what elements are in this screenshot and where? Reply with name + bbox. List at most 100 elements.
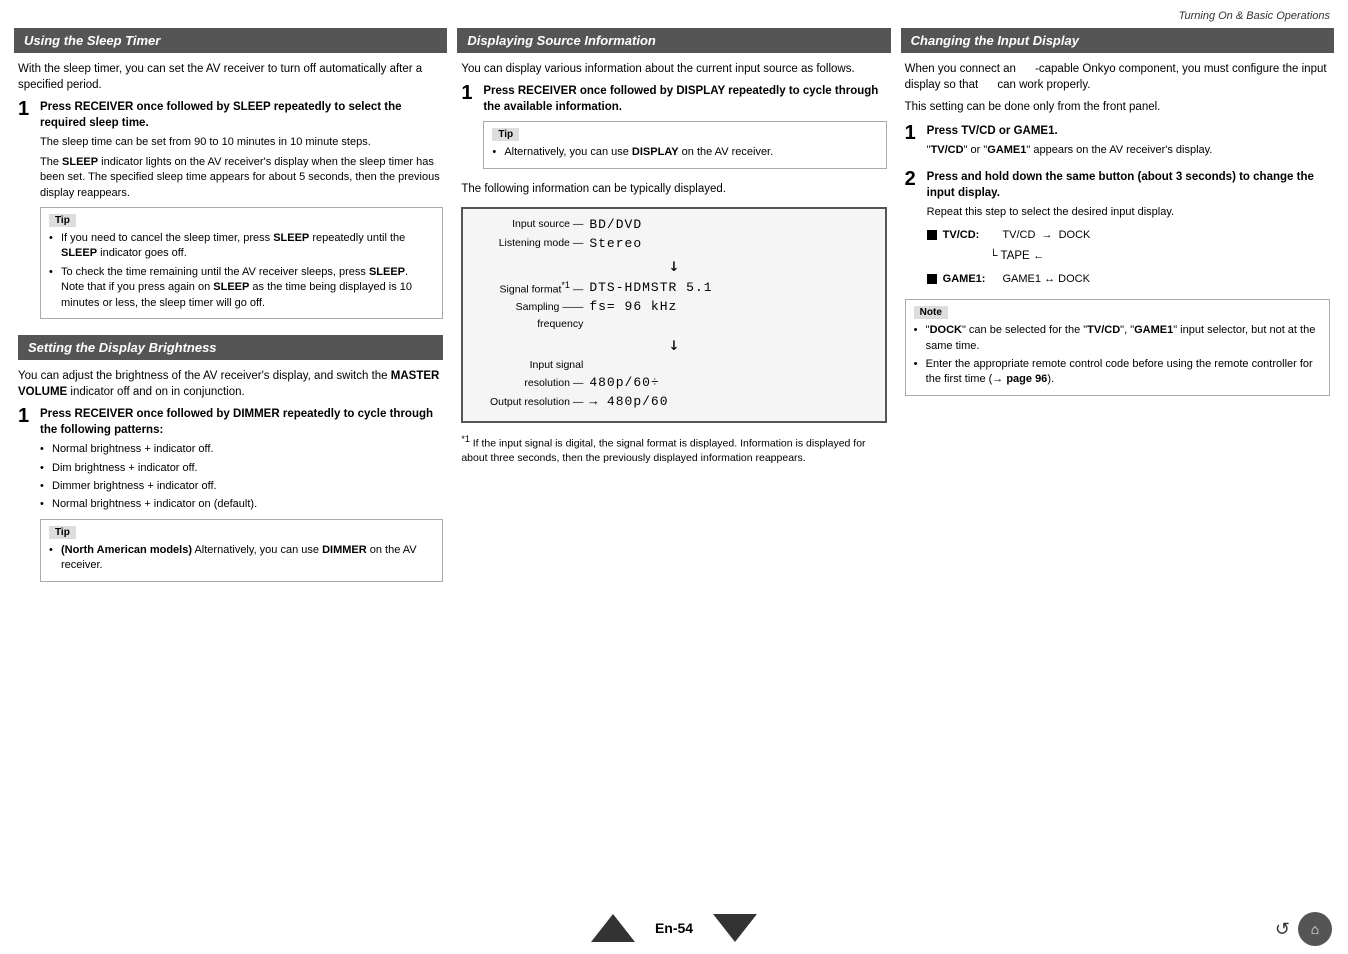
- input-label: Input source —: [473, 218, 583, 230]
- game1-flow: GAME1 ↔ DOCK: [1003, 273, 1090, 285]
- bottom-nav: En-54: [0, 914, 1348, 942]
- input-display-intro: When you connect an -capable Onkyo compo…: [905, 61, 1330, 93]
- input-display-body: When you connect an -capable Onkyo compo…: [901, 61, 1334, 396]
- following-text: The following information can be typical…: [461, 181, 886, 197]
- tvcd-section: TV/CD: TV/CD → DOCK └ TAPE ←: [927, 228, 1330, 263]
- step-body: The sleep time can be set from 90 to 10 …: [40, 135, 443, 201]
- tvcd-row: TV/CD: TV/CD → DOCK: [927, 228, 1330, 243]
- source-tip-box: Tip Alternatively, you can use DISPLAY o…: [483, 121, 886, 168]
- sleep-timer-header: Using the Sleep Timer: [14, 28, 447, 53]
- bullet-1: Normal brightness + indicator off.: [40, 442, 443, 457]
- square-bullet: [927, 230, 937, 240]
- input-display-header: Changing the Input Display: [901, 28, 1334, 53]
- prev-page-button[interactable]: [591, 914, 635, 942]
- sampling-value: fs= 96 kHz: [589, 299, 677, 314]
- signal-label: Signal format*1 —: [473, 280, 583, 296]
- col-sleep-timer: Using the Sleep Timer With the sleep tim…: [14, 28, 447, 594]
- brightness-bullets: Normal brightness + indicator off. Dim b…: [40, 442, 443, 513]
- input-value: BD/DVD: [589, 217, 642, 232]
- sleep-timer-intro: With the sleep timer, you can set the AV…: [18, 61, 443, 93]
- step-number: 1: [461, 83, 477, 175]
- tip-list: (North American models) Alternatively, y…: [49, 543, 434, 574]
- sleep-body-2: The SLEEP indicator lights on the AV rec…: [40, 155, 443, 201]
- tvcd-flow-line2: └ TAPE ←: [945, 248, 1330, 264]
- next-page-button[interactable]: [713, 914, 757, 942]
- tip-item-1: If you need to cancel the sleep timer, p…: [49, 231, 434, 262]
- bullet-2: Dim brightness + indicator off.: [40, 461, 443, 476]
- step-number: 2: [905, 169, 921, 293]
- step-title: Press RECEIVER once followed by DISPLAY …: [483, 83, 886, 115]
- note-list: "DOCK" can be selected for the "TV/CD", …: [914, 323, 1321, 388]
- input-step-1: 1 Press TV/CD or GAME1. "TV/CD" or "GAME…: [905, 123, 1330, 162]
- note-header: Note: [914, 306, 948, 319]
- source-info-header: Displaying Source Information: [457, 28, 890, 53]
- source-info-body: You can display various information abou…: [457, 61, 890, 466]
- tip-header: Tip: [492, 128, 519, 141]
- step-content: Press RECEIVER once followed by DISPLAY …: [483, 83, 886, 175]
- output-value: → 480p/60: [589, 394, 668, 409]
- game1-label: GAME1:: [943, 273, 986, 285]
- back-icon[interactable]: ↺: [1275, 919, 1290, 940]
- source-intro: You can display various information abou…: [461, 61, 886, 77]
- display-row-mode: Listening mode — Stereo: [473, 236, 874, 251]
- output-label: Output resolution —: [473, 396, 583, 408]
- step1-body: "TV/CD" or "GAME1" appears on the AV rec…: [927, 143, 1330, 158]
- step-title: Press and hold down the same button (abo…: [927, 169, 1330, 201]
- step-content: Press and hold down the same button (abo…: [927, 169, 1330, 293]
- sleep-tip-box: Tip If you need to cancel the sleep time…: [40, 207, 443, 319]
- brightness-step-1: 1 Press RECEIVER once followed by DIMMER…: [18, 406, 443, 588]
- step-number: 1: [18, 99, 34, 325]
- inputsig-label: Input signal: [473, 359, 583, 371]
- bullet-4: Normal brightness + indicator on (defaul…: [40, 497, 443, 512]
- breadcrumb: Turning On & Basic Operations: [14, 10, 1334, 22]
- tip-list: Alternatively, you can use DISPLAY on th…: [492, 145, 877, 160]
- freq-label: frequency: [473, 318, 583, 330]
- home-icon[interactable]: ⌂: [1298, 912, 1332, 946]
- tip-item: Alternatively, you can use DISPLAY on th…: [492, 145, 877, 160]
- note-item-1: "DOCK" can be selected for the "TV/CD", …: [914, 323, 1321, 354]
- bottom-right-icons: ↺ ⌂: [1275, 912, 1332, 946]
- note-box: Note "DOCK" can be selected for the "TV/…: [905, 299, 1330, 396]
- step-title: Press TV/CD or GAME1.: [927, 123, 1330, 139]
- step-title: Press RECEIVER once followed by SLEEP re…: [40, 99, 443, 131]
- mode-label: Listening mode —: [473, 237, 583, 249]
- step-body: Normal brightness + indicator off. Dim b…: [40, 442, 443, 513]
- brightness-tip-box: Tip (North American models) Alternativel…: [40, 519, 443, 582]
- display-row-output: Output resolution — → 480p/60: [473, 394, 874, 409]
- source-step-1: 1 Press RECEIVER once followed by DISPLA…: [461, 83, 886, 175]
- signal-value: DTS-HDMSTR 5.1: [589, 280, 712, 295]
- col-input-display: Changing the Input Display When you conn…: [901, 28, 1334, 402]
- res-value: 480p/60÷: [589, 375, 659, 390]
- sleep-timer-body: With the sleep timer, you can set the AV…: [14, 61, 447, 588]
- display-brightness-header: Setting the Display Brightness: [18, 335, 443, 360]
- display-diagram: Input source — BD/DVD Listening mode — S…: [461, 207, 886, 424]
- display-row-inputsig: Input signal: [473, 359, 874, 371]
- square-bullet: [927, 274, 937, 284]
- step-number: 1: [905, 123, 921, 162]
- display-row-input: Input source — BD/DVD: [473, 217, 874, 232]
- step-number: 1: [18, 406, 34, 588]
- tip-item-2: To check the time remaining until the AV…: [49, 265, 434, 311]
- step-content: Press RECEIVER once followed by SLEEP re…: [40, 99, 443, 325]
- breadcrumb-text: Turning On & Basic Operations: [1179, 10, 1330, 22]
- step2-body: Repeat this step to select the desired i…: [927, 205, 1330, 220]
- main-columns: Using the Sleep Timer With the sleep tim…: [14, 28, 1334, 594]
- page-indicator: En-54: [635, 920, 713, 936]
- tip-list: If you need to cancel the sleep timer, p…: [49, 231, 434, 311]
- sleep-step-1: 1 Press RECEIVER once followed by SLEEP …: [18, 99, 443, 325]
- tip-header: Tip: [49, 214, 76, 227]
- display-row-res: resolution — 480p/60÷: [473, 375, 874, 390]
- step-content: Press RECEIVER once followed by DIMMER r…: [40, 406, 443, 588]
- step-body: Repeat this step to select the desired i…: [927, 205, 1330, 287]
- tip-item-1: (North American models) Alternatively, y…: [49, 543, 434, 574]
- display-row-freq: frequency: [473, 318, 874, 330]
- brightness-intro: You can adjust the brightness of the AV …: [18, 368, 443, 400]
- display-row-signal: Signal format*1 — DTS-HDMSTR 5.1: [473, 280, 874, 296]
- game1-section: GAME1: GAME1 ↔ DOCK: [927, 272, 1330, 287]
- step-body: "TV/CD" or "GAME1" appears on the AV rec…: [927, 143, 1330, 158]
- res-label: resolution —: [473, 377, 583, 389]
- col-source-info: Displaying Source Information You can di…: [457, 28, 890, 472]
- step-title: Press RECEIVER once followed by DIMMER r…: [40, 406, 443, 438]
- page-container: Turning On & Basic Operations Using the …: [0, 0, 1348, 954]
- game1-row: GAME1: GAME1 ↔ DOCK: [927, 272, 1330, 287]
